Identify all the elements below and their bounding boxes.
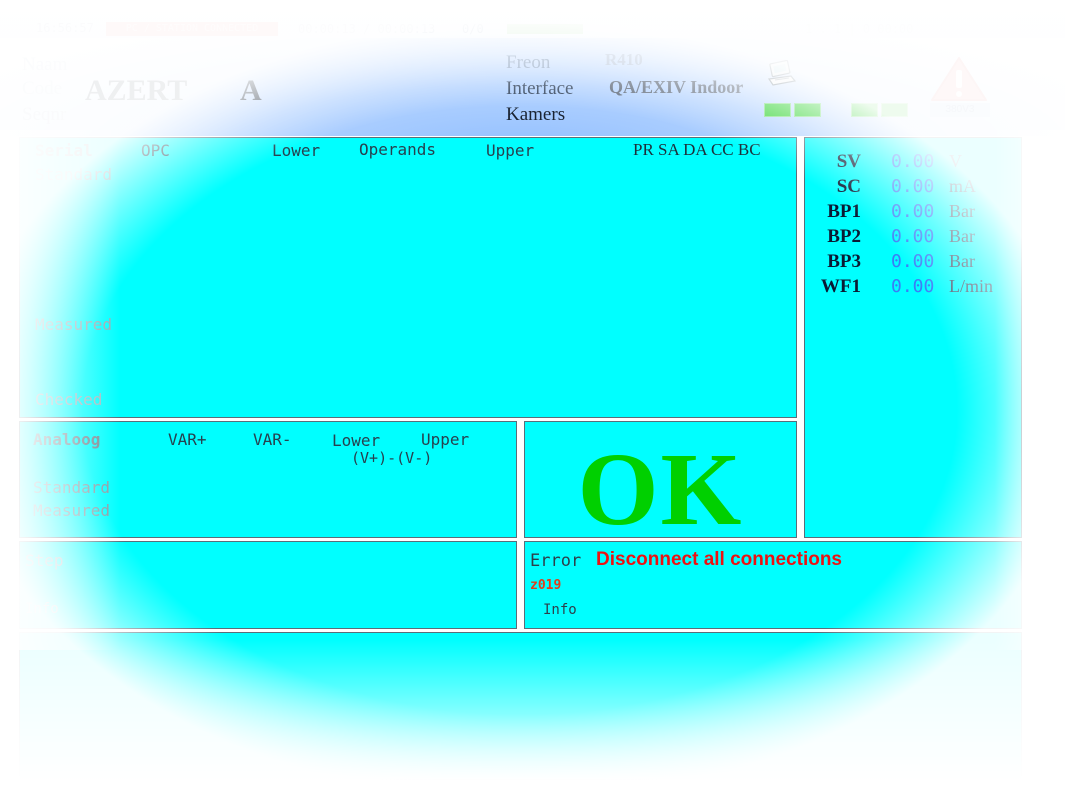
step-info-label: Info <box>25 601 59 617</box>
product-code-suffix: A <box>240 74 262 107</box>
analog-title: Analoog <box>33 430 101 449</box>
measurement-value: 0.00 <box>891 201 935 222</box>
chamber-led <box>764 103 791 117</box>
kamers-label: Kamers <box>506 104 566 125</box>
step-label: Step <box>25 551 64 570</box>
measurement-unit: L/min <box>949 276 993 296</box>
name-label: Naam <box>22 54 68 75</box>
test-timer: 00:00:13 / 00:00:13 <box>298 22 436 36</box>
step-panel: Step Info <box>19 541 517 629</box>
measurement-label: WF1 <box>820 276 861 297</box>
column-lower: Lower <box>332 431 381 450</box>
interface-label: Interface <box>506 78 574 99</box>
column-opc: OPC <box>141 141 170 160</box>
error-panel: Error Disconnect all connections z019 In… <box>524 541 1022 629</box>
measurement-unit: V <box>949 151 962 171</box>
result-ok-text: OK <box>577 432 744 547</box>
voltage-label: 380V3 <box>930 103 990 117</box>
chamber-led <box>794 103 821 117</box>
row-standard-label: Standard <box>33 478 111 497</box>
chamber-leds-right <box>851 103 908 119</box>
column-lower: Lower <box>272 141 321 160</box>
row-measured-label: Measured <box>35 315 113 334</box>
serial-panel: Serial OPC Lower Operands Upper PR SA DA… <box>19 137 797 418</box>
column-var-minus: VAR- <box>253 430 292 449</box>
column-formula: (V+)-(V-) <box>351 449 433 467</box>
measurement-label: BP2 <box>827 226 861 247</box>
measurement-value: 0.00 <box>891 226 935 247</box>
result-panel: OK <box>524 421 797 547</box>
column-flags: PR SA DA CC BC <box>633 140 761 159</box>
measurement-unit: Bar <box>949 226 975 246</box>
connection-status-badge: PC / STATION CONNECTED <box>106 22 278 36</box>
column-var-plus: VAR+ <box>168 430 207 449</box>
chamber-led <box>881 103 908 117</box>
product-code: AZERT <box>85 74 188 107</box>
measurement-unit: mA <box>949 176 976 196</box>
freon-label: Freon <box>506 52 551 73</box>
progress-bar <box>507 24 583 34</box>
computer-icon[interactable] <box>765 60 799 88</box>
warning-triangle-icon <box>931 57 987 101</box>
measurement-value: 0.00 <box>891 276 935 297</box>
measurement-unit: Bar <box>949 201 975 221</box>
chamber-leds-left <box>764 103 821 119</box>
measurement-label: BP3 <box>827 251 861 272</box>
column-upper: Upper <box>486 141 535 160</box>
error-message: Disconnect all connections <box>596 549 842 570</box>
measurement-label: BP1 <box>827 201 861 222</box>
measurement-value: 0.00 <box>891 151 935 172</box>
row-checked-label: Checked <box>35 390 103 409</box>
test-counter: 0/0 <box>462 22 484 36</box>
freon-value: R410 <box>605 50 643 69</box>
error-info-label: Info <box>543 602 577 618</box>
code-label: Code <box>22 78 63 99</box>
row-standard-label: Standard <box>35 165 113 184</box>
error-label: Error <box>530 551 582 571</box>
analog-panel: Analoog VAR+ VAR- Lower Upper (V+)-(V-) … <box>19 421 517 538</box>
station-info-text: 1 . 1 | 0 00:00 <box>805 22 914 36</box>
test-station-screen: 16:56:57 PC / STATION CONNECTED 00:00:13… <box>0 0 1065 806</box>
seqnr-label: Seqnr <box>22 104 67 125</box>
log-panel <box>19 632 1022 780</box>
measurement-panel: SV 0.00 V SC 0.00 mA BP1 0.00 Bar BP2 0.00 Bar BP3 0.… <box>804 137 1022 538</box>
chamber-led <box>851 103 878 117</box>
error-code: z019 <box>530 578 562 593</box>
measurement-unit: Bar <box>949 251 975 271</box>
serial-title: Serial <box>35 141 93 160</box>
column-operands: Operands <box>359 140 437 159</box>
clock-text: 16:56:57 <box>36 21 94 35</box>
row-measured-label: Measured <box>33 501 111 520</box>
column-upper: Upper <box>421 430 470 449</box>
measurement-value: 0.00 <box>891 176 935 197</box>
measurement-value: 0.00 <box>891 251 935 272</box>
measurement-label: SC <box>836 176 861 197</box>
interface-value: QA/EXIV Indoor <box>609 77 744 97</box>
measurement-label: SV <box>836 151 861 172</box>
